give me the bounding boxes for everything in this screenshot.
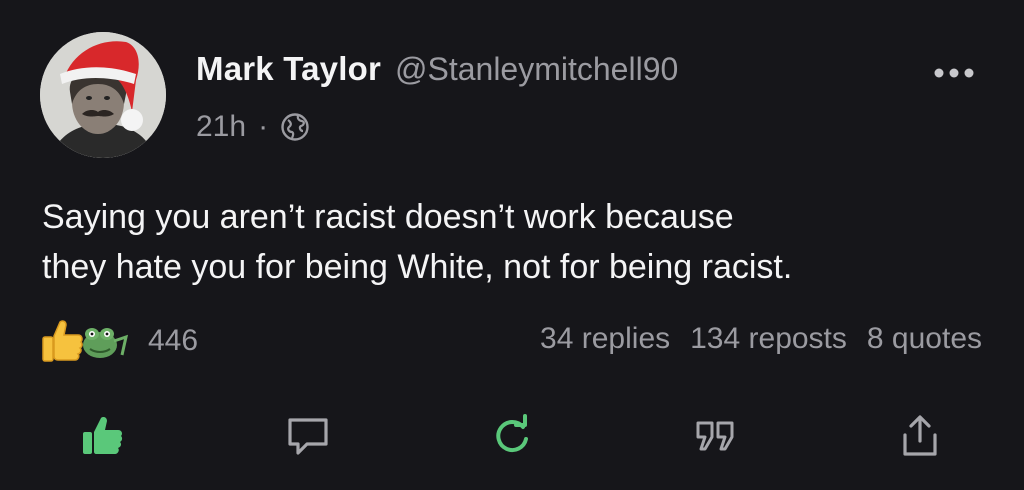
author-display-name[interactable]: Mark Taylor [196, 50, 381, 88]
post-text-line: they hate you for being White, not for b… [42, 248, 793, 286]
ellipsis-icon [934, 68, 974, 78]
post-card: Mark Taylor @Stanleymitchell90 21h · Say… [0, 0, 1024, 490]
post-stats: 34 replies 134 reposts 8 quotes [540, 322, 982, 356]
frog-emoji-icon [83, 328, 129, 358]
meta-separator: · [258, 110, 269, 143]
post-meta: 21h · [196, 110, 310, 144]
avatar[interactable] [40, 32, 166, 158]
avatar-image [40, 32, 166, 158]
thumbs-up-icon [83, 417, 123, 454]
repost-button[interactable] [484, 408, 540, 464]
like-button[interactable] [74, 408, 130, 464]
reactions-summary[interactable]: 446 [40, 318, 198, 364]
quote-button[interactable] [688, 408, 744, 464]
reposts-count[interactable]: 134 reposts [690, 322, 847, 356]
quote-icon [696, 421, 734, 451]
post-timestamp[interactable]: 21h [196, 110, 246, 144]
reply-button[interactable] [280, 408, 336, 464]
more-options-button[interactable] [930, 58, 978, 88]
share-button[interactable] [892, 408, 948, 464]
post-header: Mark Taylor @Stanleymitchell90 [196, 50, 678, 88]
post-text: Saying you aren’t racist doesn’t work be… [42, 192, 1002, 292]
share-icon [903, 415, 937, 456]
post-text-line: Saying you aren’t racist doesn’t work be… [42, 198, 734, 236]
comment-icon [288, 418, 328, 455]
author-handle[interactable]: @Stanleymitchell90 [395, 51, 678, 88]
globe-icon [281, 113, 309, 141]
quotes-count[interactable]: 8 quotes [867, 322, 982, 356]
thumbs-up-emoji-icon [42, 320, 83, 362]
reaction-count: 446 [148, 324, 199, 357]
action-bar [0, 408, 1024, 464]
refresh-icon [496, 414, 528, 453]
replies-count[interactable]: 34 replies [540, 322, 670, 356]
